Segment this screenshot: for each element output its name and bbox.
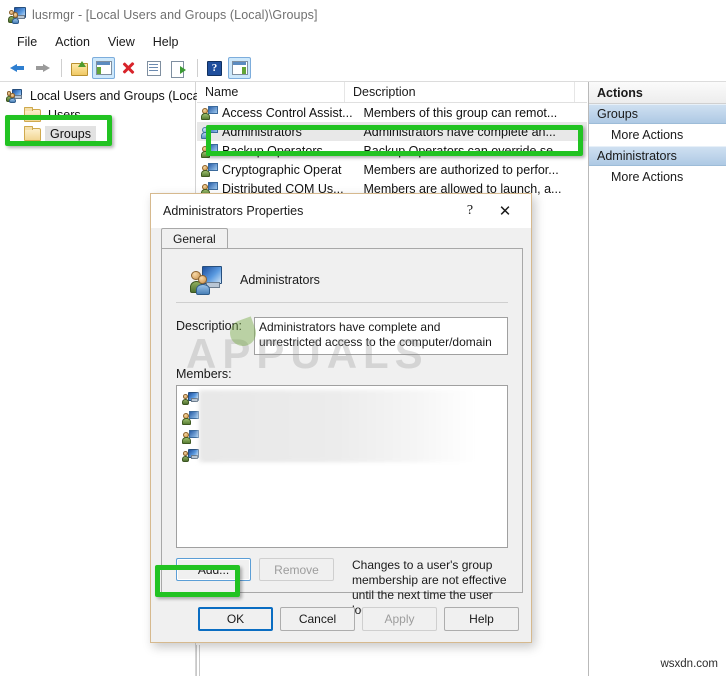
apply-button: Apply <box>362 607 437 631</box>
sidebar-item-users-label: Users <box>48 107 81 122</box>
show-action-pane-icon <box>231 61 248 75</box>
user-group-icon <box>182 429 199 444</box>
properties-button[interactable] <box>142 57 165 79</box>
add-button[interactable]: Add... <box>176 558 251 581</box>
description-label: Description: <box>176 319 242 333</box>
user-computer-icon <box>182 448 199 463</box>
dialog-title: Administrators Properties <box>163 204 304 218</box>
cancel-button[interactable]: Cancel <box>280 607 355 631</box>
export-list-icon <box>171 60 186 78</box>
table-row[interactable]: Cryptographic Operat Members are authori… <box>197 160 587 179</box>
actions-pane-title: Actions <box>589 82 726 104</box>
group-icon <box>201 124 218 139</box>
watermark-wsxdn: wsxdn.com <box>660 658 718 670</box>
list-cell-description: Members of this group can remot... <box>363 105 558 120</box>
dialog-tabstrip: General <box>161 228 228 249</box>
actions-more-actions-administrators[interactable]: More Actions <box>589 166 726 188</box>
folder-icon <box>24 107 41 122</box>
list-row-administrators[interactable]: Administrators Administrators have compl… <box>197 122 587 141</box>
tree-root-label: Local Users and Groups (Local) <box>30 88 207 103</box>
sidebar-item-groups-label: Groups <box>45 125 96 142</box>
divider <box>196 645 197 676</box>
back-icon <box>10 62 25 75</box>
sidebar-item-users[interactable]: Users <box>0 105 195 124</box>
sidebar-item-groups[interactable]: Groups <box>0 124 195 143</box>
actions-pane: Actions Groups More Actions Administrato… <box>588 82 726 676</box>
members-label: Members: <box>176 367 232 381</box>
group-icon <box>201 143 218 158</box>
title-bar: lusrmgr - [Local Users and Groups (Local… <box>0 0 726 30</box>
forward-button[interactable] <box>31 57 54 79</box>
forward-icon <box>35 62 50 75</box>
show-action-pane-button[interactable] <box>228 57 251 79</box>
menu-item-action[interactable]: Action <box>46 33 99 51</box>
remove-button: Remove <box>259 558 334 581</box>
properties-icon <box>146 60 161 76</box>
toolbar: ? <box>0 55 726 82</box>
ok-button[interactable]: OK <box>198 607 273 631</box>
group-header: Administrators <box>176 257 508 303</box>
group-users-icon <box>190 265 222 295</box>
user-computer-icon <box>182 391 199 406</box>
redaction-overlay <box>199 390 475 462</box>
column-header-description[interactable]: Description <box>345 82 575 102</box>
tree-root-local-users-and-groups[interactable]: Local Users and Groups (Local) <box>0 86 206 105</box>
folder-icon <box>24 126 41 141</box>
description-row: Description: Administrators have complet… <box>176 317 508 355</box>
window-title: lusrmgr - [Local Users and Groups (Local… <box>32 8 318 22</box>
back-button[interactable] <box>6 57 29 79</box>
column-header-name[interactable]: Name <box>197 82 345 102</box>
help-button[interactable]: ? <box>203 57 226 79</box>
list-header: Name Description <box>197 82 587 103</box>
group-name-label: Administrators <box>240 272 320 287</box>
help-button[interactable]: Help <box>444 607 519 631</box>
table-row[interactable]: Backup Operators Backup Operators can ov… <box>197 141 587 160</box>
lusrmgr-window: lusrmgr - [Local Users and Groups (Local… <box>0 0 726 676</box>
menu-item-view[interactable]: View <box>99 33 144 51</box>
list-cell-name: Backup Operators <box>222 143 323 158</box>
user-group-icon <box>182 410 199 425</box>
delete-button[interactable] <box>117 57 140 79</box>
dialog-title-bar: Administrators Properties ? ✕ <box>151 194 531 228</box>
menu-item-file[interactable]: File <box>8 33 46 51</box>
list-cell-name: Cryptographic Operat <box>222 162 342 177</box>
tab-general[interactable]: General <box>161 228 228 249</box>
actions-more-actions-groups[interactable]: More Actions <box>589 124 726 146</box>
close-icon[interactable]: ✕ <box>487 198 523 224</box>
description-input[interactable]: Administrators have complete and unrestr… <box>254 317 508 355</box>
list-cell-description: Members are authorized to perfor... <box>363 162 559 177</box>
up-one-level-button[interactable] <box>67 57 90 79</box>
administrators-properties-dialog: Administrators Properties ? ✕ General Ad… <box>150 193 532 643</box>
up-one-level-icon <box>70 61 88 76</box>
show-console-tree-icon <box>95 61 112 75</box>
list-cell-description: Backup Operators can override se... <box>363 143 564 158</box>
users-computer-icon <box>8 6 26 24</box>
dialog-footer: OK Cancel Apply Help <box>151 596 531 642</box>
users-computer-icon <box>6 88 22 103</box>
toolbar-separator-2 <box>197 59 198 77</box>
group-icon <box>201 162 218 177</box>
delete-icon <box>121 61 136 75</box>
menu-bar: File Action View Help <box>0 30 726 54</box>
list-cell-name: Administrators <box>222 124 302 139</box>
divider <box>199 645 200 676</box>
table-row[interactable]: Access Control Assist... Members of this… <box>197 103 587 122</box>
menu-item-help[interactable]: Help <box>144 33 188 51</box>
group-icon <box>201 105 218 120</box>
toolbar-separator <box>61 59 62 77</box>
list-cell-name: Access Control Assist... <box>222 105 353 120</box>
export-list-button[interactable] <box>167 57 190 79</box>
actions-group-header-administrators: Administrators <box>589 146 726 166</box>
dialog-help-icon[interactable]: ? <box>461 202 479 220</box>
show-console-tree-button[interactable] <box>92 57 115 79</box>
dialog-tab-body: Administrators Description: Administrato… <box>161 248 523 617</box>
list-cell-description: Administrators have complete an... <box>363 124 556 139</box>
actions-group-header-groups: Groups <box>589 104 726 124</box>
help-icon: ? <box>207 60 222 76</box>
members-listbox[interactable] <box>176 385 508 548</box>
